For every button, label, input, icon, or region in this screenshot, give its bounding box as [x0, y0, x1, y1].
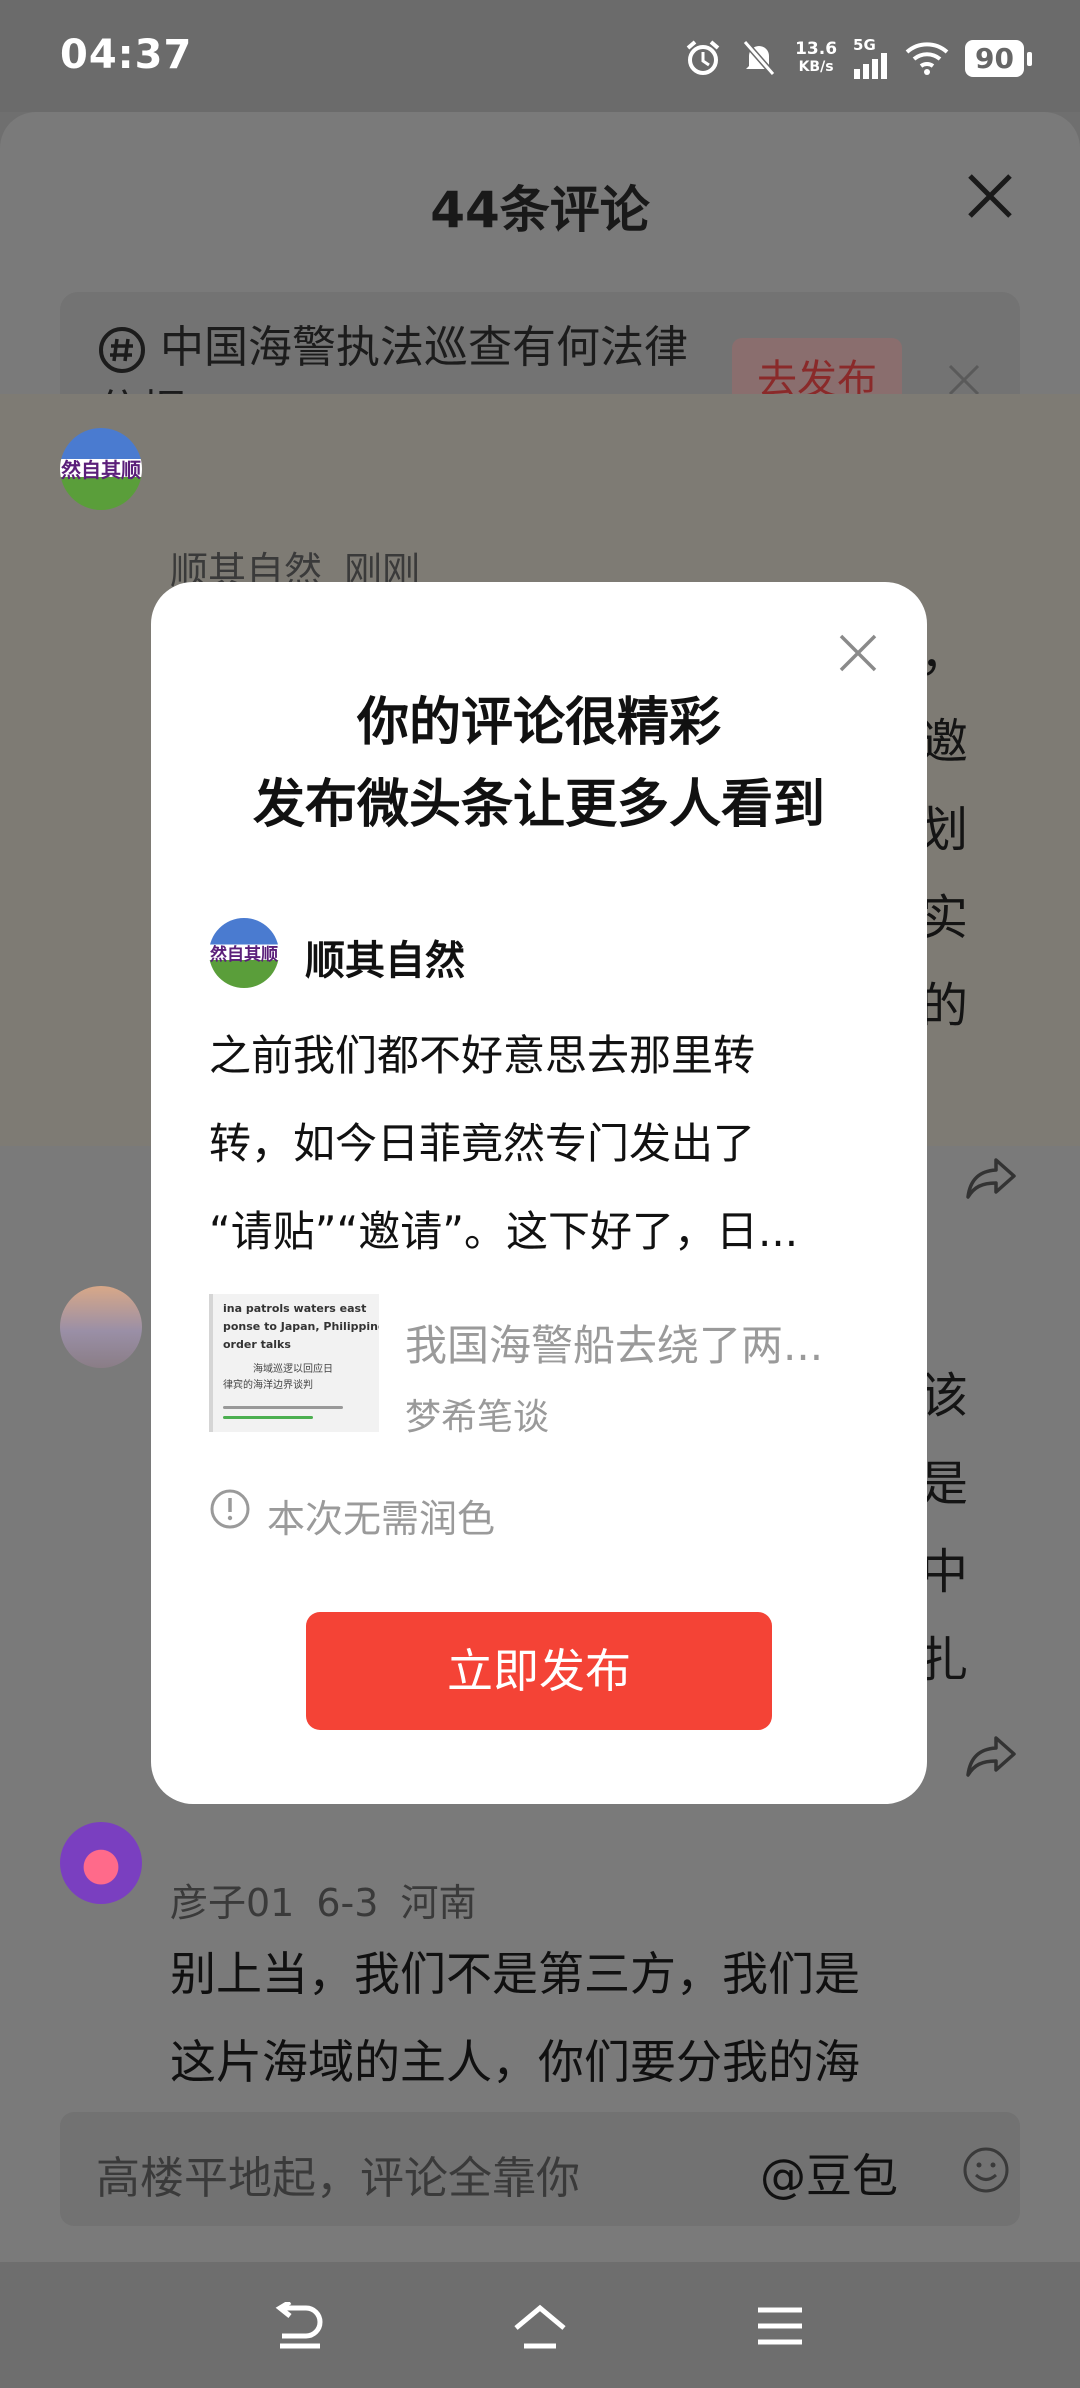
- comment-text-edge: ， 邀 划 实 的: [920, 626, 969, 1034]
- polish-note: 本次无需润色: [267, 1497, 496, 1541]
- publish-now-button[interactable]: 立即发布: [306, 1612, 772, 1730]
- avatar[interactable]: 然自其顺: [60, 428, 142, 510]
- info-icon: [210, 1489, 250, 1529]
- comment-location: 河南: [400, 1881, 477, 1925]
- close-icon[interactable]: [964, 170, 1016, 222]
- post-text: 之前我们都不好意思去那里转 转，如今日菲竟然专门发出了 “请贴”“邀请”。这下好…: [209, 1031, 799, 1256]
- quoted-article-source: 梦希笔谈: [405, 1397, 550, 1438]
- mute-bell-icon: [742, 40, 776, 76]
- dialog-close-icon[interactable]: [837, 632, 879, 674]
- alarm-icon: [686, 40, 720, 75]
- quoted-article-thumbnail: ina patrols waters east ponse to Japan, …: [209, 1294, 379, 1432]
- comment-text-edge: 该 是中 扎: [920, 1368, 969, 1688]
- status-bar: 04:37 13.6 KB/s 5G 90: [0, 0, 1080, 112]
- status-icons: 13.6 KB/s 5G 90: [683, 30, 1032, 86]
- status-time: 04:37: [60, 32, 193, 78]
- mention-button[interactable]: @豆包: [760, 2140, 898, 2206]
- back-icon[interactable]: [272, 2302, 328, 2352]
- comment-time: 6-3: [316, 1881, 379, 1925]
- quoted-article-title: 我国海警船去绕了两...: [405, 1321, 824, 1370]
- publish-dialog: 你的评论很精彩 发布微头条让更多人看到 然自其顺 顺其自然 之前我们都不好意思去…: [151, 582, 927, 1804]
- wifi-icon: [905, 42, 949, 75]
- emoji-icon[interactable]: [962, 2146, 1010, 2194]
- post-author: 顺其自然: [305, 938, 465, 984]
- dismiss-topic-icon[interactable]: [946, 362, 982, 398]
- system-nav-bar: [0, 2262, 1080, 2388]
- avatar[interactable]: [60, 1286, 142, 1368]
- dialog-title: 你的评论很精彩 发布微头条让更多人看到: [252, 693, 825, 835]
- input-placeholder: 高楼平地起，评论全靠你: [96, 2153, 580, 2204]
- home-icon[interactable]: [512, 2302, 568, 2352]
- comment-input[interactable]: 高楼平地起，评论全靠你 @豆包: [60, 2112, 1020, 2226]
- signal-5g-icon: 5G: [853, 37, 889, 79]
- comment-meta: 彦子01 6-3 河南: [170, 1872, 498, 1927]
- sheet-title: 44条评论: [430, 181, 650, 239]
- avatar[interactable]: [60, 1822, 142, 1904]
- post-avatar: 然自其顺: [209, 918, 279, 988]
- share-icon[interactable]: [964, 1728, 1020, 1784]
- comment-text: 别上当，我们不是第三方，我们是 这片海域的主人，你们要分我的海: [170, 1947, 860, 2089]
- battery-indicator: 90: [965, 39, 1032, 77]
- net-speed: 13.6 KB/s: [795, 39, 838, 75]
- share-icon[interactable]: [964, 1150, 1020, 1206]
- comment-user[interactable]: 彦子01: [170, 1881, 294, 1925]
- menu-icon[interactable]: [752, 2302, 808, 2352]
